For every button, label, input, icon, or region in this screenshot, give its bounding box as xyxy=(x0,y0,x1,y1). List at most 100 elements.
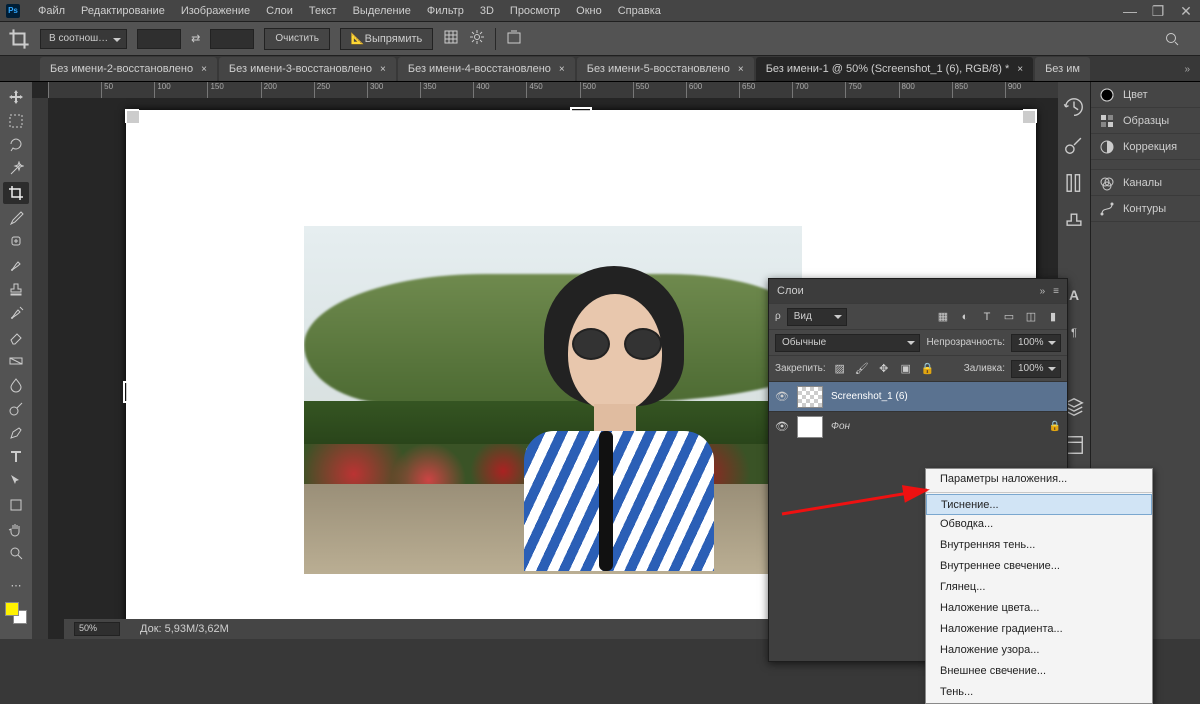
crop-tool-icon[interactable] xyxy=(8,28,30,50)
filter-smart-icon[interactable]: ◫ xyxy=(1023,309,1039,325)
context-menu-item[interactable]: Параметры наложения... xyxy=(926,469,1152,490)
clone-source-icon[interactable] xyxy=(1063,210,1085,232)
type-tool[interactable] xyxy=(3,446,29,468)
layer-name[interactable]: Фон xyxy=(831,421,850,432)
filter-pixel-icon[interactable]: ▦ xyxy=(935,309,951,325)
visibility-icon[interactable]: 👁 xyxy=(775,390,789,403)
menu-help[interactable]: Справка xyxy=(610,0,669,22)
menu-file[interactable]: Файл xyxy=(30,0,73,22)
edit-toolbar-icon[interactable]: ⋯ xyxy=(3,574,29,596)
lock-position-icon[interactable]: ✥ xyxy=(876,361,892,377)
gear-icon[interactable] xyxy=(469,29,485,48)
marquee-tool[interactable] xyxy=(3,110,29,132)
menu-text[interactable]: Текст xyxy=(301,0,345,22)
menu-window[interactable]: Окно xyxy=(568,0,610,22)
eraser-tool[interactable] xyxy=(3,326,29,348)
crop-handle-tc[interactable] xyxy=(570,107,592,113)
swap-icon[interactable]: ⇄ xyxy=(191,32,200,45)
crop-handle-tr[interactable] xyxy=(1023,109,1037,123)
delete-cropped-icon[interactable] xyxy=(506,29,522,48)
crop-ratio-dropdown[interactable]: В соотнош… xyxy=(40,29,127,49)
clear-button[interactable]: Очистить xyxy=(264,28,330,50)
panel-color[interactable]: Цвет xyxy=(1091,82,1200,108)
menu-3d[interactable]: 3D xyxy=(472,0,502,22)
panel-swatches[interactable]: Образцы xyxy=(1091,108,1200,134)
move-tool[interactable] xyxy=(3,86,29,108)
panel-menu-icon[interactable]: ≡ xyxy=(1053,286,1059,297)
color-swatches[interactable] xyxy=(5,602,27,624)
crop-handle-tl[interactable] xyxy=(125,109,139,123)
menu-filter[interactable]: Фильтр xyxy=(419,0,472,22)
close-icon[interactable]: × xyxy=(738,64,744,75)
context-menu-item[interactable]: Тень... xyxy=(926,682,1152,703)
straighten-button[interactable]: 📐 Выпрямить xyxy=(340,28,433,50)
filter-shape-icon[interactable]: ▭ xyxy=(1001,309,1017,325)
context-menu-item[interactable]: Обводка... xyxy=(926,514,1152,535)
gradient-tool[interactable] xyxy=(3,350,29,372)
zoom-tool[interactable] xyxy=(3,542,29,564)
close-icon[interactable]: × xyxy=(380,64,386,75)
window-close-icon[interactable]: ✕ xyxy=(1172,0,1200,22)
path-select-tool[interactable] xyxy=(3,470,29,492)
menu-edit[interactable]: Редактирование xyxy=(73,0,173,22)
context-menu-item[interactable]: Глянец... xyxy=(926,577,1152,598)
brush-settings-icon[interactable] xyxy=(1063,134,1085,156)
brushes-icon[interactable] xyxy=(1063,172,1085,194)
zoom-value[interactable]: 50% xyxy=(74,622,120,636)
context-menu-item[interactable]: Внутренняя тень... xyxy=(926,535,1152,556)
lasso-tool[interactable] xyxy=(3,134,29,156)
shape-tool[interactable] xyxy=(3,494,29,516)
window-restore-icon[interactable]: ❐ xyxy=(1144,0,1172,22)
crop-width-input[interactable] xyxy=(137,29,181,49)
history-icon[interactable] xyxy=(1063,96,1085,118)
panel-adjustments[interactable]: Коррекция xyxy=(1091,134,1200,160)
dodge-tool[interactable] xyxy=(3,398,29,420)
layer-thumbnail[interactable] xyxy=(797,416,823,438)
hand-tool[interactable] xyxy=(3,518,29,540)
visibility-icon[interactable]: 👁 xyxy=(775,420,789,433)
brush-tool[interactable] xyxy=(3,254,29,276)
pen-tool[interactable] xyxy=(3,422,29,444)
crop-handle-lc[interactable] xyxy=(123,381,129,403)
panel-channels[interactable]: Каналы xyxy=(1091,170,1200,196)
filter-adjust-icon[interactable]: ◐ xyxy=(957,309,973,325)
filter-type-icon[interactable]: T xyxy=(979,309,995,325)
menu-image[interactable]: Изображение xyxy=(173,0,258,22)
tab-doc-overflow[interactable]: Без им xyxy=(1035,57,1090,81)
context-menu-item[interactable]: Наложение градиента... xyxy=(926,619,1152,640)
menu-select[interactable]: Выделение xyxy=(345,0,419,22)
panel-paths[interactable]: Контуры xyxy=(1091,196,1200,222)
context-menu-item[interactable]: Внутреннее свечение... xyxy=(926,556,1152,577)
close-icon[interactable]: × xyxy=(201,64,207,75)
lock-transparency-icon[interactable]: ▨ xyxy=(832,361,848,377)
tab-overflow-icon[interactable]: » xyxy=(1176,57,1198,81)
tab-doc-5[interactable]: Без имени-5-восстановлено× xyxy=(577,57,754,81)
search-icon[interactable] xyxy=(1152,31,1192,47)
context-menu-item[interactable]: Наложение узора... xyxy=(926,640,1152,661)
wand-tool[interactable] xyxy=(3,158,29,180)
close-icon[interactable]: × xyxy=(1017,64,1023,75)
layer-row[interactable]: 👁 Фон 🔒 xyxy=(769,411,1067,441)
menu-view[interactable]: Просмотр xyxy=(502,0,568,22)
layer-thumbnail[interactable] xyxy=(797,386,823,408)
filter-kind-dropdown[interactable]: Вид xyxy=(787,308,847,326)
tab-doc-4[interactable]: Без имени-4-восстановлено× xyxy=(398,57,575,81)
lock-artboard-icon[interactable]: ▣ xyxy=(898,361,914,377)
menu-layers[interactable]: Слои xyxy=(258,0,301,22)
context-menu-item[interactable]: Наложение цвета... xyxy=(926,598,1152,619)
blur-tool[interactable] xyxy=(3,374,29,396)
stamp-tool[interactable] xyxy=(3,278,29,300)
context-menu-item[interactable]: Внешнее свечение... xyxy=(926,661,1152,682)
history-brush-tool[interactable] xyxy=(3,302,29,324)
crop-height-input[interactable] xyxy=(210,29,254,49)
opacity-value[interactable]: 100% xyxy=(1011,334,1061,352)
layer-name[interactable]: Screenshot_1 (6) xyxy=(831,391,908,402)
blend-mode-dropdown[interactable]: Обычные xyxy=(775,334,920,352)
layer-row[interactable]: 👁 Screenshot_1 (6) xyxy=(769,381,1067,411)
heal-tool[interactable] xyxy=(3,230,29,252)
foreground-color-swatch[interactable] xyxy=(5,602,19,616)
close-icon[interactable]: × xyxy=(559,64,565,75)
layers-panel-header[interactable]: Слои » ≡ xyxy=(769,279,1067,303)
window-minimize-icon[interactable]: — xyxy=(1116,0,1144,22)
overlay-grid-icon[interactable] xyxy=(443,29,459,48)
